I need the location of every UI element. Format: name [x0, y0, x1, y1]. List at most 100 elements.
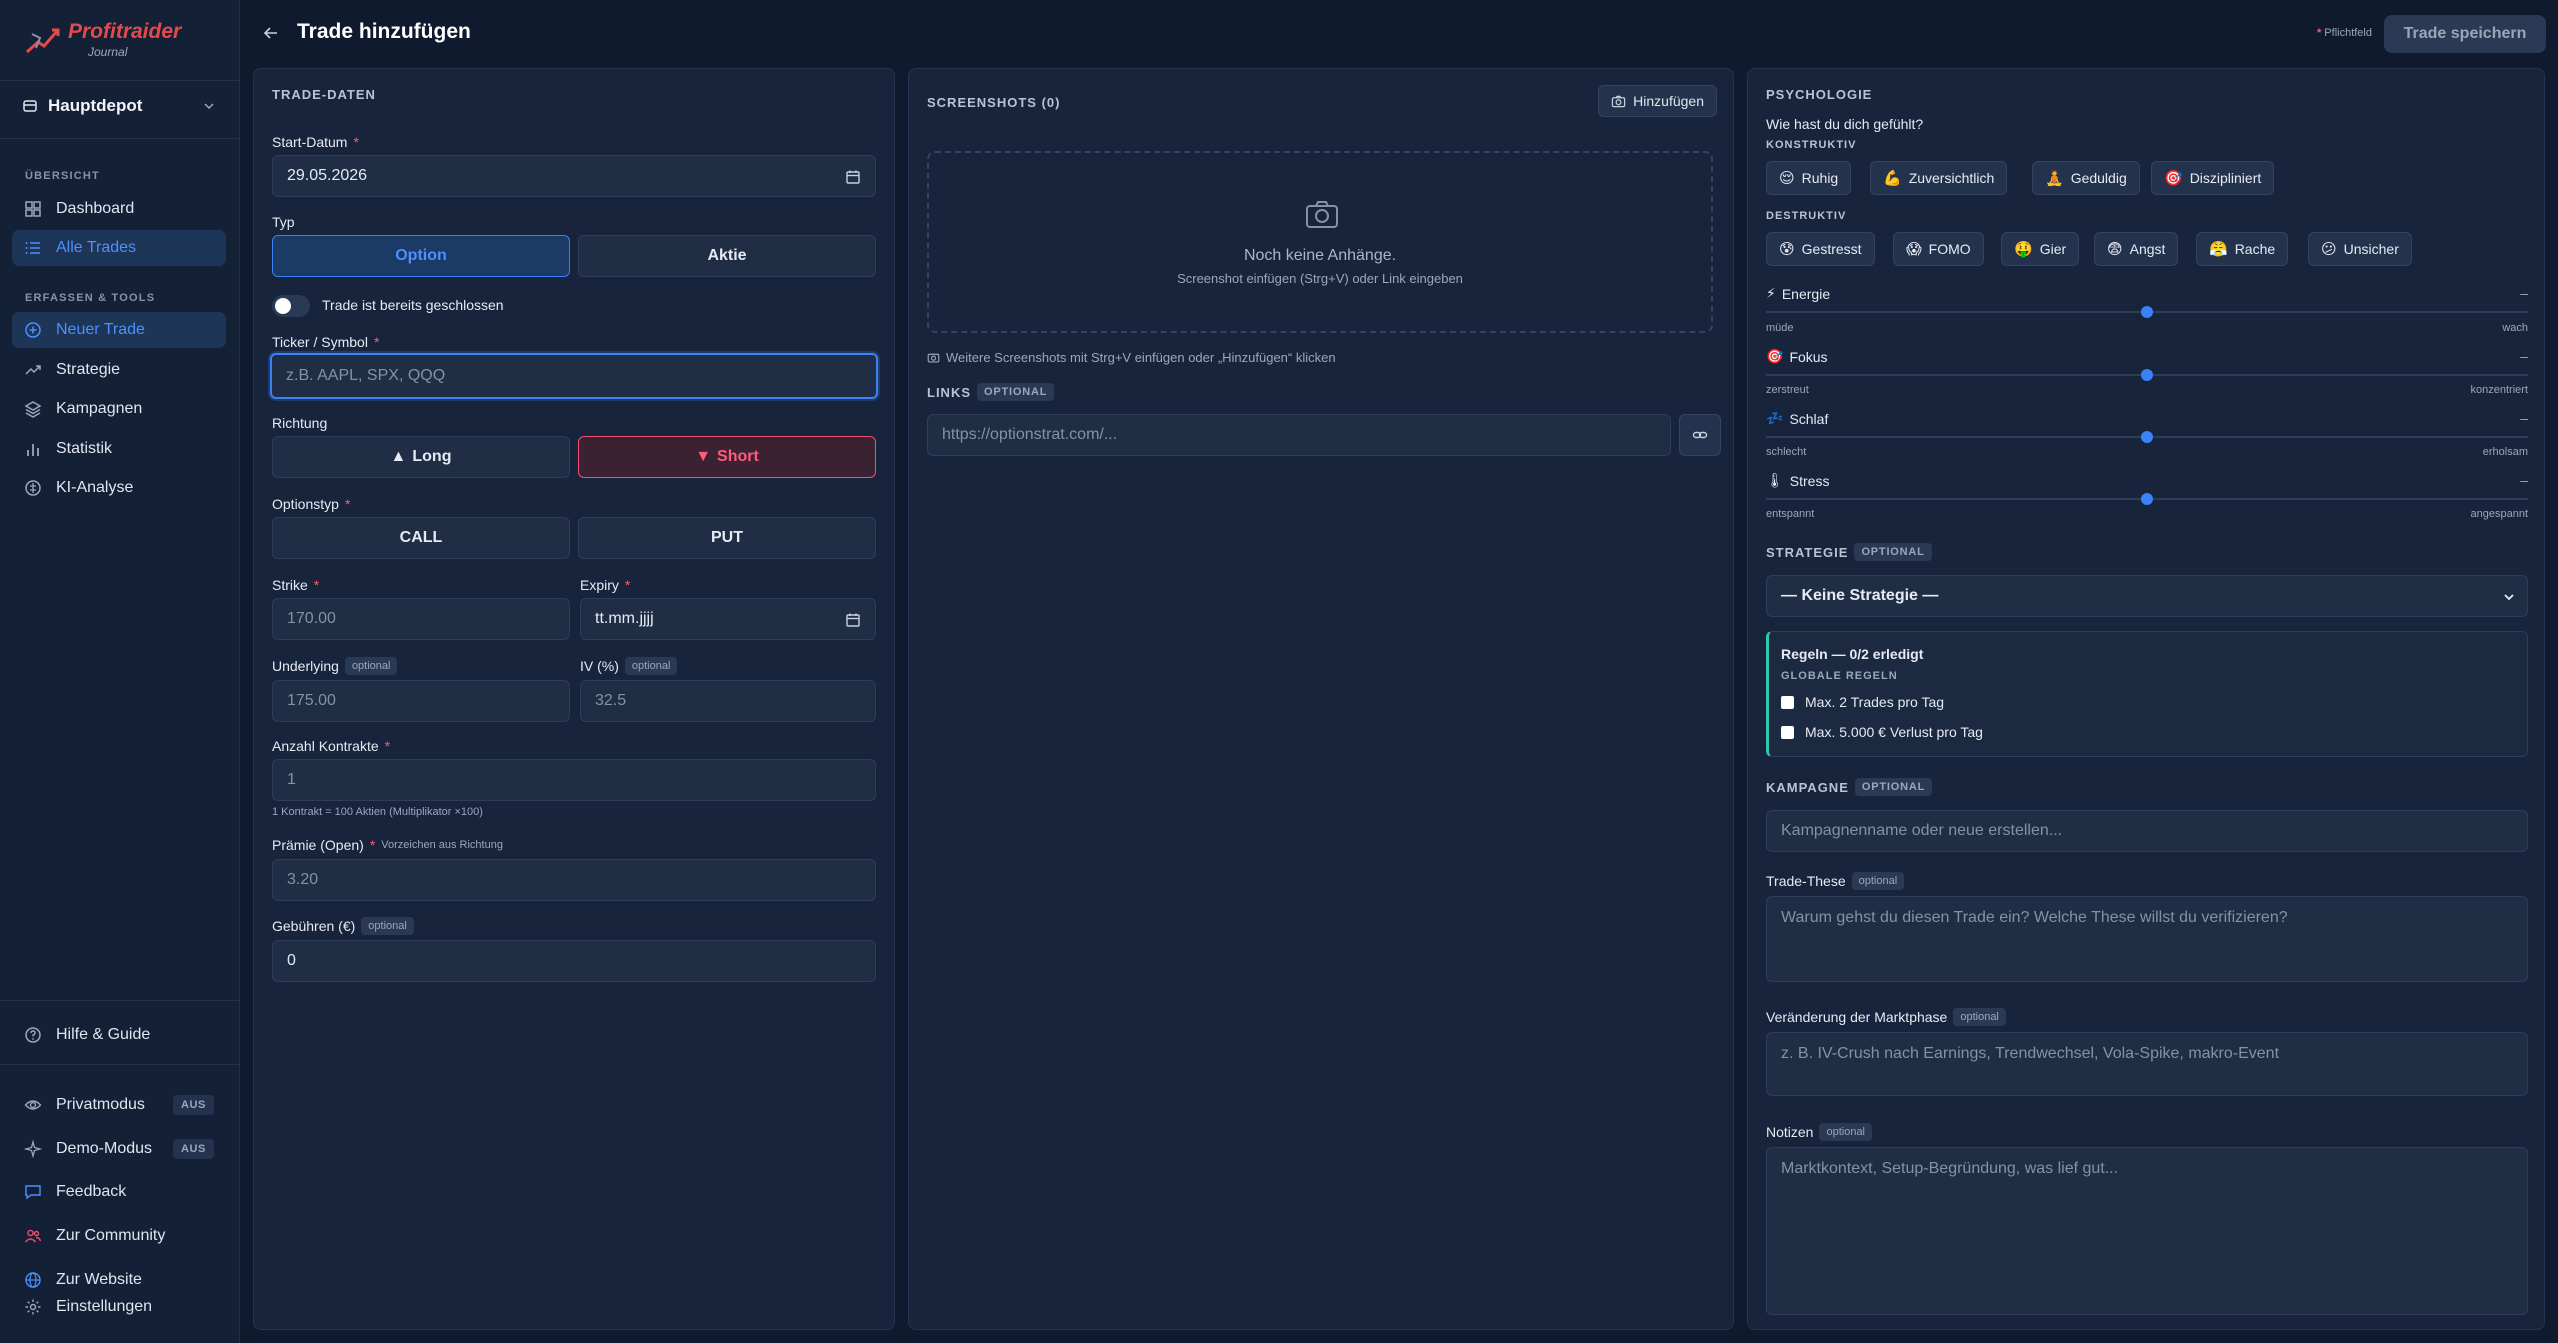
sidebar-item-statistics[interactable]: Statistik	[12, 431, 226, 467]
sidebar-item-campaigns[interactable]: Kampagnen	[12, 391, 226, 427]
divider	[0, 80, 240, 81]
logo[interactable]: Profitraider Journal	[24, 20, 224, 60]
calendar-icon[interactable]	[845, 612, 861, 628]
emotion-patient[interactable]: 🧘 Geduldig	[2032, 161, 2140, 195]
section-heading: SCREENSHOTS (0)	[927, 95, 1061, 110]
paste-hint: Weitere Screenshots mit Strg+V einfügen …	[927, 350, 1336, 365]
ai-icon	[25, 480, 41, 496]
optional-badge: optional	[624, 657, 678, 675]
sleep-slider-knob[interactable]	[2141, 431, 2153, 443]
premium-input[interactable]	[272, 859, 876, 901]
type-stock-button[interactable]: Aktie	[578, 235, 876, 277]
page-title: Trade hinzufügen	[297, 20, 471, 43]
sleep-slider[interactable]	[1766, 431, 2528, 443]
closed-toggle-label: Trade ist bereits geschlossen	[322, 297, 504, 313]
emotion-label: FOMO	[1928, 241, 1971, 257]
screenshots-panel: SCREENSHOTS (0) Hinzufügen Noch keine An…	[908, 68, 1734, 1330]
contracts-input[interactable]	[272, 759, 876, 801]
strategy-select[interactable]: — Keine Strategie —	[1766, 575, 2528, 617]
energy-slider[interactable]	[1766, 306, 2528, 318]
campaign-input[interactable]	[1766, 810, 2528, 852]
put-button[interactable]: PUT	[578, 517, 876, 559]
stress-value: –	[2520, 472, 2528, 488]
emotion-disciplined[interactable]: 🎯 Diszipliniert	[2151, 161, 2275, 195]
rule-checkbox[interactable]	[1781, 726, 1794, 739]
depot-selector[interactable]: Hauptdepot	[16, 90, 222, 122]
option-type-label: Optionstyp *	[272, 496, 351, 512]
emotion-greed[interactable]: 🤑 Gier	[2001, 232, 2080, 266]
link-input[interactable]	[927, 414, 1671, 456]
iv-input[interactable]	[580, 680, 876, 722]
emotion-revenge[interactable]: 😤 Rache	[2196, 232, 2289, 266]
type-option-button[interactable]: Option	[272, 235, 570, 277]
market-phase-textarea[interactable]	[1766, 1032, 2528, 1096]
campaign-heading-text: KAMPAGNE	[1766, 779, 1849, 795]
emotion-calm[interactable]: 😌 Ruhig	[1766, 161, 1852, 195]
thesis-textarea[interactable]	[1766, 896, 2528, 982]
sparkle-icon	[24, 1140, 42, 1158]
focus-slider[interactable]	[1766, 369, 2528, 381]
start-date-field[interactable]: 29.05.2026	[272, 155, 876, 197]
fees-input[interactable]: 0	[272, 940, 876, 982]
nav-section-overview: ÜBERSICHT	[25, 170, 100, 182]
sidebar-item-demo[interactable]: Demo-Modus AUS	[12, 1131, 226, 1167]
add-screenshot-button[interactable]: Hinzufügen	[1598, 85, 1717, 117]
sidebar-item-privacy[interactable]: Privatmodus AUS	[12, 1087, 226, 1123]
privacy-status-badge: AUS	[172, 1095, 214, 1115]
trend-icon	[25, 365, 41, 375]
expiry-label: Expiry *	[580, 577, 631, 593]
label-text: Anzahl Kontrakte	[272, 738, 379, 754]
sidebar-item-strategy[interactable]: Strategie	[12, 352, 226, 388]
sidebar-item-ai-analysis[interactable]: KI-Analyse	[12, 470, 226, 506]
emotion-stressed[interactable]: 😰 Gestresst	[1766, 232, 1875, 266]
contracts-hint: 1 Kontrakt = 100 Aktien (Multiplikator ×…	[272, 806, 483, 818]
direction-long-button[interactable]: ▲ Long	[272, 436, 570, 478]
sidebar-item-settings[interactable]: Einstellungen	[12, 1289, 226, 1325]
calm-icon: 😌	[1779, 170, 1795, 187]
sidebar-item-label: Statistik	[56, 440, 113, 457]
optional-badge: optional	[1819, 1123, 1873, 1141]
underlying-input[interactable]	[272, 680, 570, 722]
notes-textarea[interactable]	[1766, 1147, 2528, 1315]
sidebar-item-new-trade[interactable]: Neuer Trade	[12, 312, 226, 348]
app-subtitle: Journal	[88, 45, 128, 59]
emotion-label: Angst	[2129, 241, 2166, 257]
wallet-icon	[23, 100, 37, 112]
slider-label: Stress	[1789, 472, 1830, 489]
energy-slider-knob[interactable]	[2141, 306, 2153, 318]
bar-chart-icon	[27, 444, 39, 456]
sidebar-item-help[interactable]: Hilfe & Guide	[12, 1017, 226, 1053]
expiry-value: tt.mm.jjjj	[595, 610, 654, 627]
ticker-input[interactable]	[270, 353, 878, 399]
arrow-left-icon[interactable]	[260, 22, 282, 44]
emotion-fear[interactable]: 😨 Angst	[2094, 232, 2179, 266]
calendar-icon[interactable]	[845, 169, 861, 185]
sleep-max: erholsam	[2482, 446, 2528, 458]
emotion-label: Zuversichtlich	[1908, 170, 1995, 186]
closed-toggle[interactable]	[272, 295, 310, 317]
rule-checkbox[interactable]	[1781, 696, 1794, 709]
empty-title: Noch keine Anhänge.	[1243, 247, 1397, 264]
add-link-button[interactable]	[1679, 414, 1721, 456]
stress-slider[interactable]	[1766, 493, 2528, 505]
emotion-fomo[interactable]: 😱 FOMO	[1893, 232, 1984, 266]
thermometer-icon: 🌡	[1766, 472, 1784, 488]
save-trade-button[interactable]: Trade speichern	[2384, 15, 2546, 53]
strike-input[interactable]	[272, 598, 570, 640]
sidebar-item-feedback[interactable]: Feedback	[12, 1174, 226, 1210]
call-button[interactable]: CALL	[272, 517, 570, 559]
direction-short-button[interactable]: ▼ Short	[578, 436, 876, 478]
focus-slider-knob[interactable]	[2141, 369, 2153, 381]
sidebar-item-community[interactable]: Zur Community	[12, 1218, 226, 1254]
unsure-icon: 😕	[2321, 241, 2337, 258]
sidebar-item-dashboard[interactable]: Dashboard	[12, 191, 226, 227]
expiry-field[interactable]: tt.mm.jjjj	[580, 598, 876, 640]
screenshot-dropzone[interactable]: Noch keine Anhänge. Screenshot einfügen …	[927, 151, 1713, 333]
stress-slider-knob[interactable]	[2141, 493, 2153, 505]
feeling-question: Wie hast du dich gefühlt?	[1766, 116, 1924, 132]
label-text: Strike	[272, 577, 308, 593]
sidebar-item-all-trades[interactable]: Alle Trades	[12, 230, 226, 266]
emotion-confident[interactable]: 💪 Zuversichtlich	[1870, 161, 2008, 195]
optional-badge: optional	[1851, 872, 1905, 890]
emotion-unsure[interactable]: 😕 Unsicher	[2308, 232, 2412, 266]
